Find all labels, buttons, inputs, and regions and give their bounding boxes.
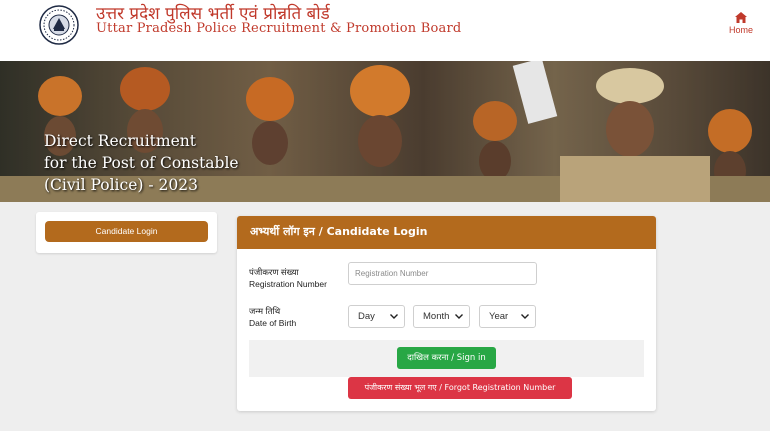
registration-label-hindi: पंजीकरण संख्या [249, 267, 299, 277]
site-header: उत्तर प्रदेश पुलिस भर्ती एवं प्रोन्नति ब… [0, 0, 770, 61]
login-card-title: अभ्यर्थी लॉग इन / Candidate Login [250, 225, 428, 238]
dob-year-value: Year [489, 311, 509, 322]
registration-number-input[interactable] [348, 262, 537, 285]
dob-label: जन्म तिथि Date of Birth [249, 305, 296, 329]
dob-label-hindi: जन्म तिथि [249, 306, 281, 316]
dob-month-value: Month [423, 311, 450, 322]
banner-heading: Direct Recruitment for the Post of Const… [44, 130, 304, 196]
dob-label-english: Date of Birth [249, 318, 297, 328]
sidebar-panel: Candidate Login [36, 212, 217, 253]
sign-in-button[interactable]: दाखिल करना / Sign in [397, 347, 496, 369]
hero-banner: Direct Recruitment for the Post of Const… [0, 61, 770, 202]
candidate-login-button[interactable]: Candidate Login [45, 221, 208, 242]
registration-number-label: पंजीकरण संख्या Registration Number [249, 266, 327, 290]
banner-line-2: for the Post of Constable [44, 154, 239, 172]
site-title-english: Uttar Pradesh Police Recruitment & Promo… [96, 21, 462, 36]
login-card-header: अभ्यर्थी लॉग इन / Candidate Login [237, 216, 656, 249]
dob-day-value: Day [358, 311, 375, 322]
banner-line-1: Direct Recruitment [44, 132, 196, 150]
home-link[interactable]: Home [727, 12, 755, 35]
chevron-down-icon [521, 314, 529, 319]
upprpb-emblem-icon[interactable] [39, 5, 79, 45]
forgot-registration-number-button[interactable]: पंजीकरण संख्या भूल गए / Forgot Registrat… [348, 377, 572, 399]
dob-year-select[interactable]: Year [479, 305, 536, 328]
candidate-login-card: अभ्यर्थी लॉग इन / Candidate Login पंजीकर… [237, 216, 656, 411]
home-label: Home [728, 25, 753, 35]
dob-day-select[interactable]: Day [348, 305, 405, 328]
banner-line-3: (Civil Police) - 2023 [44, 176, 198, 194]
chevron-down-icon [455, 314, 463, 319]
home-icon [735, 12, 747, 23]
dob-month-select[interactable]: Month [413, 305, 470, 328]
registration-label-english: Registration Number [249, 279, 327, 289]
chevron-down-icon [390, 314, 398, 319]
